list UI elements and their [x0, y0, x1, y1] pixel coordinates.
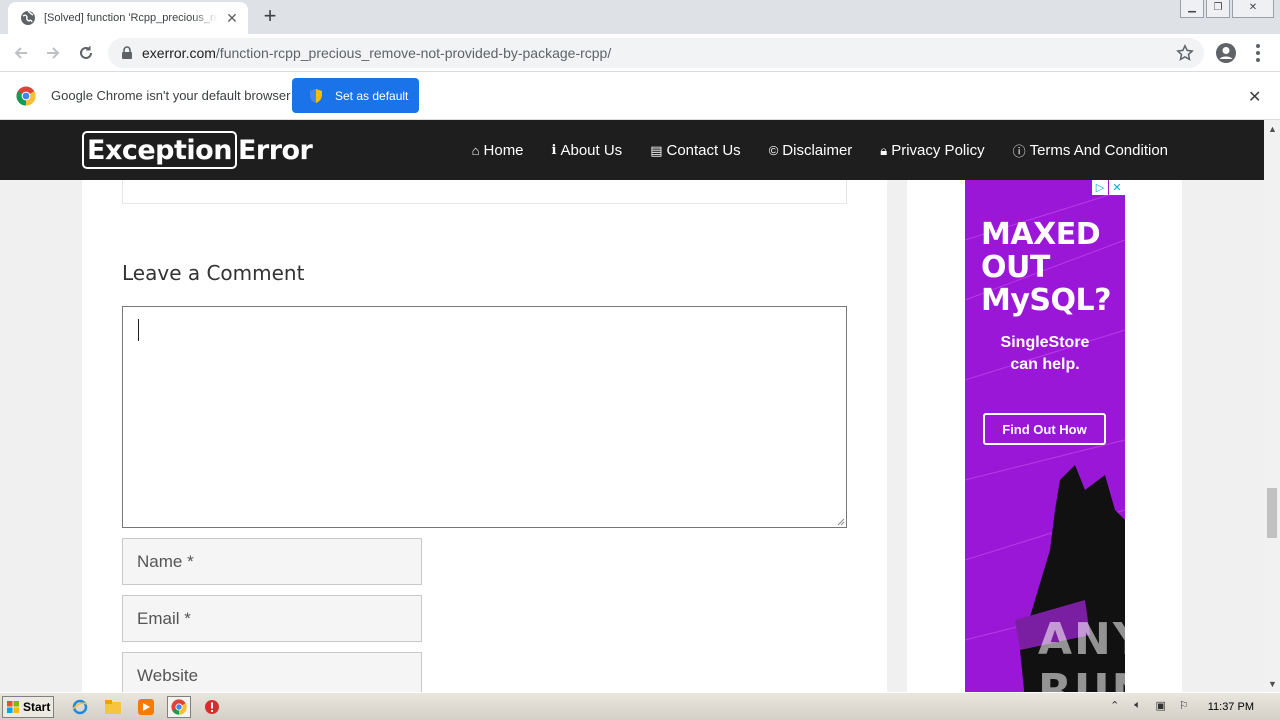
- address-bar[interactable]: exerror.com/function-rcpp_precious_remov…: [108, 38, 1204, 68]
- reload-button[interactable]: [73, 40, 99, 66]
- new-tab-button[interactable]: +: [258, 5, 282, 29]
- profile-avatar-icon[interactable]: [1214, 41, 1238, 65]
- infobar-close-icon[interactable]: ✕: [1248, 87, 1261, 107]
- browser-toolbar: exerror.com/function-rcpp_precious_remov…: [0, 34, 1280, 72]
- nav-about-label: About Us: [560, 142, 623, 159]
- scroll-up-arrow-icon[interactable]: ▲: [1268, 124, 1277, 134]
- action-center-flag-icon[interactable]: ⚐: [1175, 699, 1193, 715]
- start-button[interactable]: Start: [2, 696, 54, 718]
- forward-button[interactable]: [40, 40, 66, 66]
- nav-privacy-label: Privacy Policy: [891, 142, 985, 159]
- shield-icon: [310, 88, 322, 103]
- tab-title: [Solved] function 'Rcpp_precious_remove'…: [44, 12, 218, 24]
- forward-arrow-icon: [47, 47, 60, 59]
- set-as-default-button[interactable]: Set as default: [292, 78, 419, 113]
- network-icon[interactable]: ▣: [1152, 699, 1170, 715]
- vertical-scrollbar[interactable]: ▲ ▼: [1264, 120, 1280, 692]
- copyright-icon: ©: [768, 143, 779, 158]
- bookmark-star-icon[interactable]: [1176, 44, 1194, 62]
- stop-sign-icon[interactable]: [200, 696, 224, 718]
- back-button[interactable]: [8, 40, 34, 66]
- website-field[interactable]: Website: [122, 652, 422, 692]
- site-logo[interactable]: Exception Error: [82, 130, 313, 170]
- lock-icon: [122, 46, 132, 59]
- ad-sub-line-1: SingleStore: [1000, 334, 1090, 351]
- email-field[interactable]: Email *: [122, 595, 422, 642]
- url-path: /function-rcpp_precious_remove-not-provi…: [215, 45, 612, 61]
- back-arrow-icon: [14, 47, 27, 59]
- ad-cta-button[interactable]: Find Out How: [983, 413, 1106, 445]
- anyrun-watermark: ANY RUN: [1038, 614, 1151, 692]
- address-card-icon: ▤: [650, 142, 663, 158]
- windows-taskbar: Start ⌃ 🔈︎ ▣ ⚐ 11:37 PM: [0, 692, 1280, 720]
- window-close-button[interactable]: ✕: [1232, 0, 1274, 18]
- nav-home[interactable]: ⌂ Home: [472, 141, 524, 160]
- url-text: exerror.com/function-rcpp_precious_remov…: [142, 45, 611, 61]
- nav-disclaimer[interactable]: © Disclaimer: [769, 141, 853, 160]
- info-circle-icon: ⓘ: [1012, 144, 1026, 159]
- url-host: exerror.com: [142, 45, 216, 61]
- name-field[interactable]: Name *: [122, 538, 422, 585]
- nav-about-us[interactable]: i About Us: [552, 141, 623, 160]
- text-caret: [138, 319, 139, 341]
- system-tray: ⌃ 🔈︎ ▣ ⚐ 11:37 PM: [1106, 695, 1280, 719]
- window-controls: ▁ ❐ ✕: [1178, 0, 1274, 18]
- default-browser-infobar: Google Chrome isn't your default browser…: [0, 72, 1280, 120]
- ad-sub-line-2: can help.: [1010, 356, 1080, 373]
- globe-icon: [21, 10, 35, 25]
- logo-boxed-text: Exception: [82, 131, 237, 169]
- tab-close-icon[interactable]: ✕: [224, 10, 240, 26]
- logo-rest-text: Error: [237, 134, 313, 166]
- scroll-down-arrow-icon[interactable]: ▼: [1268, 679, 1277, 689]
- scrollbar-thumb[interactable]: [1267, 488, 1277, 538]
- media-player-icon[interactable]: [134, 696, 158, 718]
- ad-subtext: SingleStore can help.: [965, 332, 1125, 376]
- ad-headline: MAXED OUT MySQL?: [981, 217, 1112, 318]
- taskbar-quick-launch: [68, 696, 233, 718]
- ad-close-icon[interactable]: ✕: [1109, 180, 1125, 195]
- internet-explorer-icon[interactable]: [68, 696, 92, 718]
- nav-terms-label: Terms And Condition: [1029, 142, 1168, 159]
- comment-heading: Leave a Comment: [122, 261, 305, 285]
- restore-button[interactable]: ❐: [1206, 0, 1230, 18]
- page-viewport: Exception Error ⌂ Home i About Us ▤ Contact…: [0, 120, 1264, 692]
- infobar-message: Google Chrome isn't your default browser: [51, 88, 291, 103]
- ad-choices[interactable]: ▷ ✕: [1091, 180, 1125, 195]
- windows-logo-icon: [7, 701, 19, 713]
- comment-textarea[interactable]: [122, 306, 847, 528]
- show-hidden-icons-icon[interactable]: ⌃: [1106, 699, 1124, 715]
- nav-home-label: Home: [483, 142, 524, 159]
- nav-privacy-policy[interactable]: 🔒︎ Privacy Policy: [880, 141, 984, 160]
- volume-icon[interactable]: 🔈︎: [1129, 699, 1147, 715]
- set-as-default-label: Set as default: [335, 88, 409, 103]
- nav-disclaimer-label: Disclaimer: [782, 142, 853, 159]
- nav-contact-label: Contact Us: [666, 142, 741, 159]
- resize-grip-icon[interactable]: [837, 518, 845, 526]
- home-icon: ⌂: [471, 143, 480, 158]
- taskbar-clock[interactable]: 11:37 PM: [1208, 701, 1254, 713]
- start-label: Start: [23, 700, 51, 714]
- info-icon: i: [551, 143, 557, 158]
- file-explorer-icon[interactable]: [101, 696, 125, 718]
- nav-terms[interactable]: ⓘ Terms And Condition: [1013, 141, 1168, 160]
- reload-icon: [80, 46, 92, 59]
- tab-strip: [Solved] function 'Rcpp_precious_remove'…: [0, 0, 1280, 34]
- minimize-button[interactable]: ▁: [1180, 0, 1204, 18]
- lock-icon: 🔒︎: [880, 142, 888, 158]
- chrome-menu-icon[interactable]: [1250, 42, 1266, 64]
- adchoices-icon[interactable]: ▷: [1092, 180, 1108, 195]
- main-navigation: ⌂ Home i About Us ▤ Contact Us © Disclaimer …: [444, 141, 1168, 160]
- chrome-logo-icon: [16, 86, 36, 106]
- browser-tab[interactable]: [Solved] function 'Rcpp_precious_remove'…: [8, 2, 248, 34]
- nav-contact-us[interactable]: ▤ Contact Us: [650, 141, 741, 160]
- chrome-taskbar-icon[interactable]: [167, 696, 191, 718]
- site-header: Exception Error ⌂ Home i About Us ▤ Contact…: [0, 120, 1264, 180]
